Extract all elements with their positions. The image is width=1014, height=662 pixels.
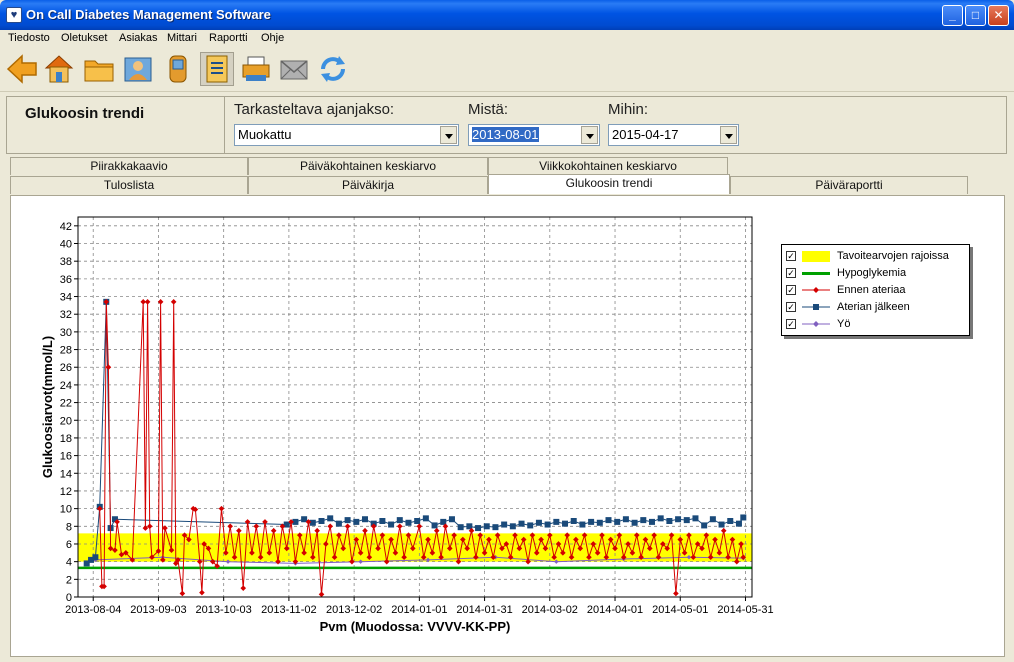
from-date-value: 2013-08-01: [472, 127, 539, 142]
back-button[interactable]: [5, 52, 39, 86]
app-icon: ♥: [6, 7, 22, 23]
legend-label: Aterian jälkeen: [837, 301, 910, 313]
period-label: Tarkasteltava ajanjakso:: [234, 101, 395, 118]
users-button[interactable]: [121, 52, 155, 86]
legend-item-before-meal[interactable]: ✓ Ennen ateriaa: [782, 282, 971, 299]
email-icon: [280, 60, 308, 80]
to-date-value: 2015-04-17: [612, 127, 679, 142]
tab-weekly-average[interactable]: Viikkokohtainen keskiarvo: [488, 157, 728, 175]
meter-device-icon: [169, 55, 187, 83]
menu-file[interactable]: Tiedosto: [8, 32, 50, 44]
chevron-down-icon[interactable]: [720, 126, 737, 144]
chevron-down-icon[interactable]: [581, 126, 598, 144]
legend-label: Ennen ateriaa: [837, 284, 906, 296]
from-date-picker[interactable]: 2013-08-01: [468, 124, 600, 146]
printer-icon: [242, 56, 270, 81]
email-button[interactable]: [277, 52, 311, 86]
checkbox-icon[interactable]: ✓: [786, 319, 796, 329]
chart-legend: ✓ Tavoitearvojen rajoissa ✓ Hypoglykemia…: [781, 244, 970, 336]
title-bar: ♥ On Call Diabetes Management Software _…: [0, 0, 1014, 30]
page-title: Glukoosin trendi: [25, 105, 145, 122]
back-arrow-icon: [6, 54, 37, 84]
checkbox-icon[interactable]: ✓: [786, 302, 796, 312]
minimize-button[interactable]: _: [942, 5, 963, 26]
folder-icon: [84, 60, 114, 82]
period-select-value: Muokattu: [238, 127, 292, 142]
home-icon: [44, 55, 74, 83]
tab-pie-chart[interactable]: Piirakkakaavio: [10, 157, 248, 175]
legend-label: Tavoitearvojen rajoissa: [837, 250, 949, 262]
report-document-icon: [206, 55, 228, 83]
legend-label: Hypoglykemia: [837, 267, 907, 279]
menu-customer[interactable]: Asiakas: [119, 32, 158, 44]
checkbox-icon[interactable]: ✓: [786, 285, 796, 295]
legend-swatch-hypo: [802, 272, 830, 275]
panel-title-area: Glukoosin trendi: [7, 97, 225, 153]
header-panel: Glukoosin trendi Tarkasteltava ajanjakso…: [6, 96, 1007, 154]
tab-result-list[interactable]: Tuloslista: [10, 176, 248, 194]
sync-button[interactable]: [316, 52, 350, 86]
legend-swatch-after-meal: [802, 304, 830, 310]
legend-swatch-night: [802, 321, 830, 327]
sync-icon: [321, 56, 345, 82]
toolbar: [0, 48, 1014, 92]
menu-help[interactable]: Ohje: [261, 32, 284, 44]
tab-daily-average[interactable]: Päiväkohtainen keskiarvo: [248, 157, 488, 175]
report-button[interactable]: [200, 52, 234, 86]
legend-item-target[interactable]: ✓ Tavoitearvojen rajoissa: [782, 248, 971, 265]
tab-diary[interactable]: Päiväkirja: [248, 176, 488, 194]
to-date-picker[interactable]: 2015-04-17: [608, 124, 739, 146]
legend-swatch-before-meal: [802, 287, 830, 293]
menu-report[interactable]: Raportti: [209, 32, 248, 44]
period-select[interactable]: Muokattu: [234, 124, 459, 146]
menu-settings[interactable]: Oletukset: [61, 32, 107, 44]
legend-item-night[interactable]: ✓ Yö: [782, 316, 971, 333]
from-label: Mistä:: [468, 101, 509, 118]
tab-day-report[interactable]: Päiväraportti: [730, 176, 968, 194]
users-icon: [124, 57, 152, 82]
checkbox-icon[interactable]: ✓: [786, 268, 796, 278]
menu-meter[interactable]: Mittari: [167, 32, 197, 44]
print-button[interactable]: [239, 52, 273, 86]
close-button[interactable]: ✕: [988, 5, 1009, 26]
meter-button[interactable]: [161, 52, 195, 86]
to-label: Mihin:: [608, 101, 649, 118]
menu-bar: Tiedosto Oletukset Asiakas Mittari Rapor…: [0, 30, 1014, 48]
chevron-down-icon[interactable]: [440, 126, 457, 144]
legend-swatch-target: [802, 251, 830, 262]
maximize-button[interactable]: □: [965, 5, 986, 26]
legend-label: Yö: [837, 318, 851, 330]
window-title: On Call Diabetes Management Software: [26, 7, 271, 22]
home-button[interactable]: [42, 52, 76, 86]
tab-glucose-trend[interactable]: Glukoosin trendi: [488, 174, 730, 194]
legend-item-after-meal[interactable]: ✓ Aterian jälkeen: [782, 299, 971, 316]
checkbox-icon[interactable]: ✓: [786, 251, 796, 261]
open-folder-button[interactable]: [82, 52, 116, 86]
legend-item-hypo[interactable]: ✓ Hypoglykemia: [782, 265, 971, 282]
